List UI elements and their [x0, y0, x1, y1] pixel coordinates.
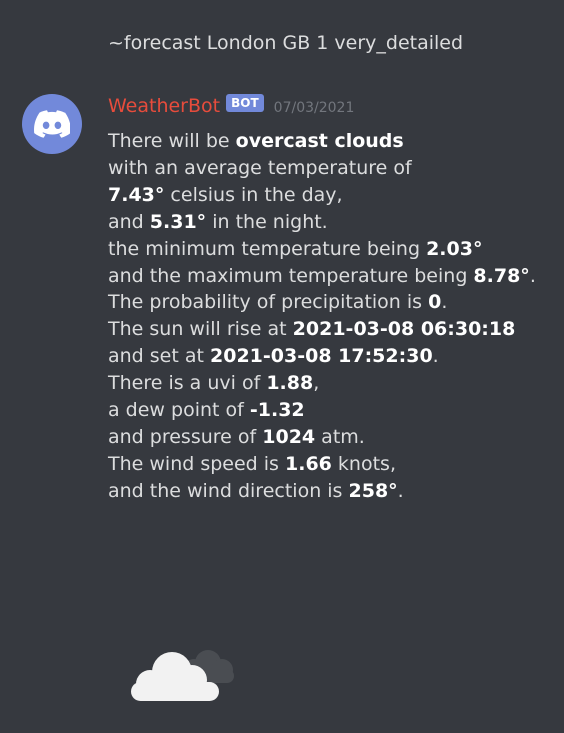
message-line: There is a uvi of 1.88,: [108, 372, 320, 395]
message-header: WeatherBot BOT 07/03/2021: [108, 93, 354, 119]
message-line: and pressure of 1024 atm.: [108, 425, 365, 448]
message-line: and the wind direction is 258°.: [108, 479, 404, 502]
command-text: ~forecast London GB 1 very_detailed: [108, 32, 464, 54]
bot-avatar[interactable]: [22, 94, 82, 154]
message-line: The probability of precipitation is 0.: [108, 291, 448, 314]
discord-logo-icon: [34, 110, 70, 138]
timestamp[interactable]: 07/03/2021: [274, 95, 355, 121]
message-line: and set at 2021-03-08 17:52:30.: [108, 345, 439, 368]
message-line: and 5.31° in the night.: [108, 210, 328, 233]
overcast-clouds-icon[interactable]: [128, 636, 238, 706]
message-line: with an average temperature of: [108, 156, 412, 179]
username[interactable]: WeatherBot: [108, 93, 220, 119]
message-line: There will be overcast clouds: [108, 130, 404, 152]
bot-tag: BOT: [226, 94, 264, 112]
message-line: 7.43° celsius in the day,: [108, 183, 343, 206]
command-message: ~forecast London GB 1 very_detailed: [108, 30, 463, 56]
message-line: a dew point of -1.32: [108, 399, 305, 422]
message-line: the minimum temperature being 2.03°: [108, 237, 483, 260]
message-line: The wind speed is 1.66 knots,: [108, 452, 396, 475]
message-line: and the maximum temperature being 8.78°.: [108, 264, 536, 287]
message-body: There will be overcast clouds with an av…: [108, 128, 536, 505]
message-line: The sun will rise at 2021-03-08 06:30:18: [108, 318, 516, 341]
